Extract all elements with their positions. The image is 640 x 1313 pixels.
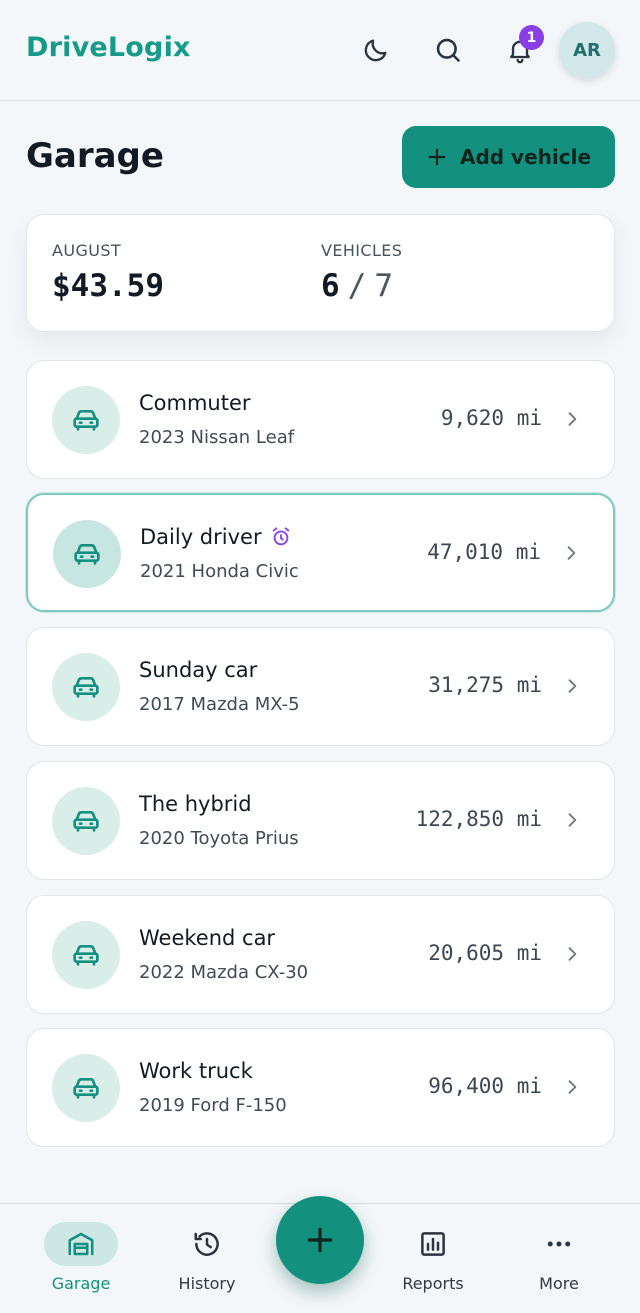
nav-label: History bbox=[178, 1274, 236, 1293]
vehicle-name: Commuter bbox=[139, 391, 251, 415]
chevron-right-icon bbox=[568, 1080, 577, 1094]
vehicle-model: 2023 Nissan Leaf bbox=[139, 427, 295, 448]
notification-badge: 1 bbox=[519, 25, 544, 50]
vehicle-name: Work truck bbox=[139, 1059, 253, 1083]
car-icon bbox=[73, 410, 99, 431]
vehicle-name: Daily driver bbox=[140, 525, 292, 549]
dark-mode-toggle[interactable] bbox=[356, 30, 396, 70]
nav-label: Reports bbox=[402, 1274, 464, 1293]
nav-more[interactable]: More bbox=[504, 1222, 614, 1302]
nav-icon-pill bbox=[522, 1222, 596, 1266]
nav-icon-pill bbox=[396, 1222, 470, 1266]
vehicle-avatar bbox=[52, 921, 120, 989]
vehicle-name: Weekend car bbox=[139, 926, 276, 950]
vehicle-name: The hybrid bbox=[139, 792, 252, 816]
vehicle-mileage: 47,010 mi bbox=[427, 540, 541, 564]
add-vehicle-button[interactable]: Add vehicle bbox=[402, 126, 615, 188]
vehicle-model: 2020 Toyota Prius bbox=[139, 828, 299, 849]
car-icon bbox=[73, 677, 99, 698]
vehicles-count: 6/7 bbox=[321, 268, 393, 304]
vehicle-card[interactable]: The hybrid 2020 Toyota Prius 122,850 mi bbox=[26, 761, 615, 880]
avatar[interactable]: AR bbox=[559, 22, 615, 78]
car-icon bbox=[74, 544, 100, 565]
add-entry-fab[interactable] bbox=[276, 1196, 364, 1284]
vehicle-name: Sunday car bbox=[139, 658, 258, 682]
vehicle-card[interactable]: Weekend car 2022 Mazda CX-30 20,605 mi bbox=[26, 895, 615, 1014]
garage-icon bbox=[68, 1232, 94, 1256]
vehicle-mileage: 9,620 mi bbox=[440, 406, 542, 430]
top-app-bar: DriveLogix 1 AR bbox=[0, 0, 640, 101]
nav-icon-pill bbox=[170, 1222, 244, 1266]
vehicles-label: VEHICLES bbox=[321, 241, 403, 260]
nav-history[interactable]: History bbox=[152, 1222, 262, 1302]
summary-card: AUGUST $43.59 VEHICLES 6/7 bbox=[26, 214, 615, 332]
month-spend: $43.59 bbox=[52, 268, 164, 304]
vehicle-card-selected[interactable]: Daily driver 2021 Honda Civic 47,010 mi bbox=[26, 493, 615, 612]
chevron-right-icon bbox=[568, 947, 577, 961]
add-vehicle-label: Add vehicle bbox=[459, 145, 592, 169]
vehicle-mileage: 31,275 mi bbox=[428, 673, 542, 697]
plus-icon bbox=[307, 1227, 333, 1253]
page-title: Garage bbox=[26, 136, 164, 176]
vehicle-avatar bbox=[52, 1054, 120, 1122]
chevron-right-icon bbox=[568, 813, 577, 827]
car-icon bbox=[73, 945, 99, 966]
history-icon bbox=[194, 1232, 219, 1256]
vehicle-mileage: 96,400 mi bbox=[428, 1074, 542, 1098]
vehicle-model: 2017 Mazda MX-5 bbox=[139, 694, 300, 715]
app-brand[interactable]: DriveLogix bbox=[26, 32, 191, 63]
chevron-right-icon bbox=[568, 412, 577, 426]
moon-icon bbox=[364, 39, 387, 62]
vehicle-avatar bbox=[52, 653, 120, 721]
vehicle-avatar bbox=[53, 520, 121, 588]
vehicle-model: 2022 Mazda CX-30 bbox=[139, 962, 309, 983]
search-icon bbox=[436, 38, 460, 62]
vehicle-mileage: 122,850 mi bbox=[415, 807, 542, 831]
vehicles-active: 6 bbox=[321, 268, 340, 304]
nav-label: More bbox=[539, 1274, 579, 1293]
chevron-right-icon bbox=[567, 546, 576, 560]
vehicle-avatar bbox=[52, 787, 120, 855]
nav-icon-pill bbox=[44, 1222, 118, 1266]
vehicles-separator: / bbox=[347, 268, 367, 304]
vehicle-card[interactable]: Commuter 2023 Nissan Leaf 9,620 mi bbox=[26, 360, 615, 479]
more-icon bbox=[547, 1241, 571, 1247]
vehicle-card[interactable]: Work truck 2019 Ford F-150 96,400 mi bbox=[26, 1028, 615, 1147]
vehicle-model: 2019 Ford F-150 bbox=[139, 1095, 287, 1116]
chevron-right-icon bbox=[568, 679, 577, 693]
search-button[interactable] bbox=[428, 30, 468, 70]
vehicles-total: 7 bbox=[374, 268, 394, 304]
nav-label: Garage bbox=[51, 1274, 111, 1293]
vehicle-model: 2021 Honda Civic bbox=[140, 561, 299, 582]
vehicle-card[interactable]: Sunday car 2017 Mazda MX-5 31,275 mi bbox=[26, 627, 615, 746]
vehicle-avatar bbox=[52, 386, 120, 454]
reports-icon bbox=[421, 1232, 445, 1256]
nav-garage[interactable]: Garage bbox=[26, 1222, 136, 1302]
month-label: AUGUST bbox=[52, 241, 122, 260]
plus-icon bbox=[428, 148, 446, 166]
alarm-clock-icon bbox=[272, 527, 289, 546]
car-icon bbox=[73, 1078, 99, 1099]
vehicle-mileage: 20,605 mi bbox=[428, 941, 542, 965]
car-icon bbox=[73, 811, 99, 832]
nav-reports[interactable]: Reports bbox=[378, 1222, 488, 1302]
